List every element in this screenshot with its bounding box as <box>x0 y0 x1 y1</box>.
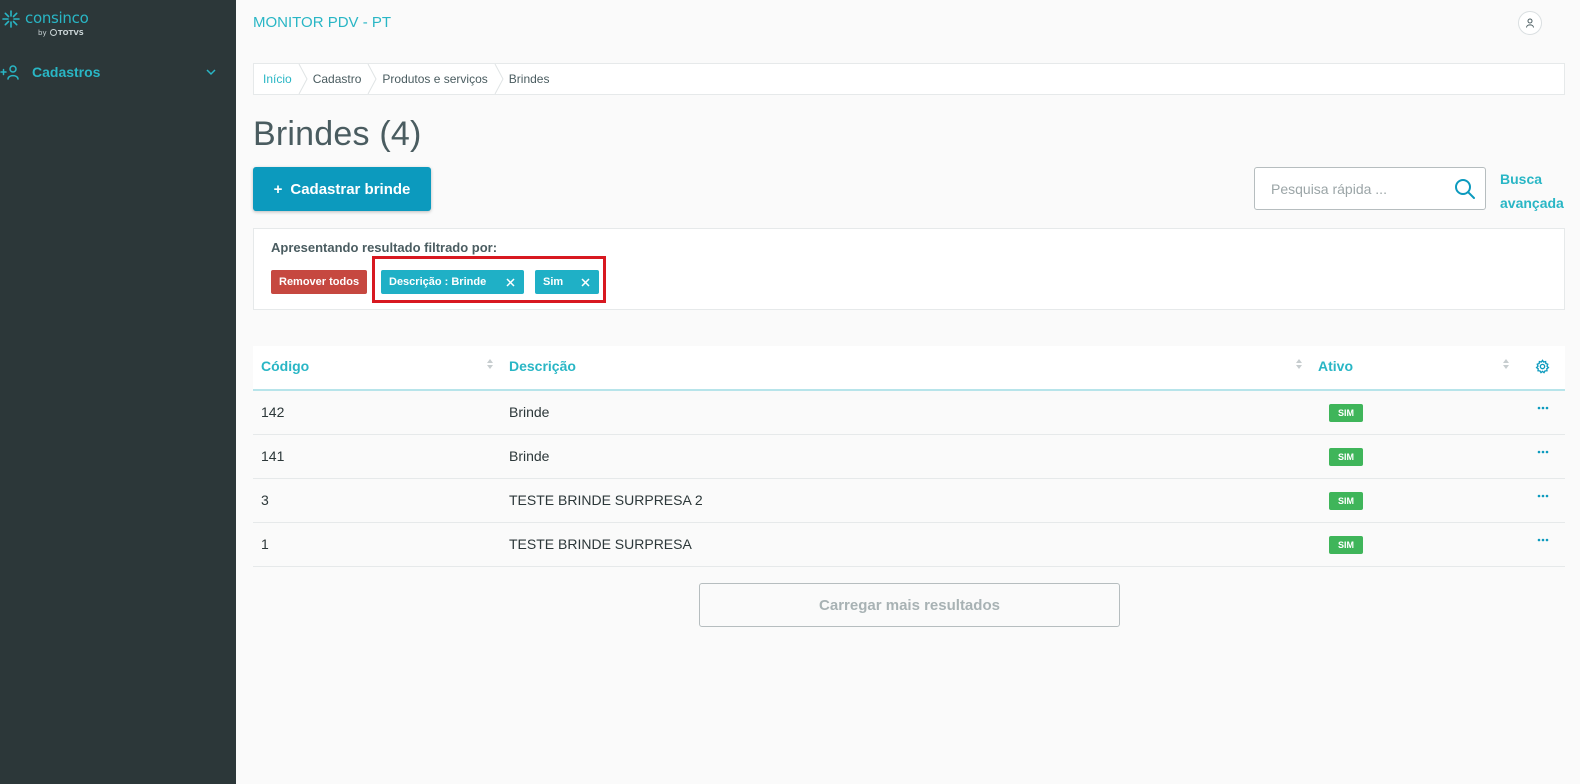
logo-byline: by TOTVS <box>38 29 84 37</box>
app-title: MONITOR PDV - PT <box>253 14 392 31</box>
filter-panel: Apresentando resultado filtrado por: Rem… <box>253 228 1565 310</box>
cell-codigo: 141 <box>261 448 285 464</box>
table-row[interactable]: 1 TESTE BRINDE SURPRESA SIM <box>253 523 1565 567</box>
breadcrumb-label: Cadastro <box>312 72 362 86</box>
breadcrumb-label: Início <box>263 72 292 86</box>
user-avatar[interactable] <box>1518 11 1542 35</box>
cell-descricao: Brinde <box>509 448 550 464</box>
advanced-search-line1: Busca <box>1500 171 1543 187</box>
logo-brand: TOTVS <box>57 29 84 37</box>
brindes-table: Código Descrição Ativo 142 Brinde SIM 14… <box>253 346 1565 567</box>
cell-codigo: 3 <box>261 492 269 508</box>
user-icon <box>1526 18 1534 28</box>
breadcrumb: Início Cadastro Produtos e serviços Brin… <box>253 63 1565 95</box>
load-more-button[interactable]: Carregar mais resultados <box>699 583 1120 627</box>
table-row[interactable]: 3 TESTE BRINDE SURPRESA 2 SIM <box>253 479 1565 523</box>
sidebar-item-label: Cadastros <box>32 64 101 80</box>
consinco-logo[interactable]: consinco by TOTVS <box>0 6 110 40</box>
gear-icon[interactable] <box>1535 359 1550 374</box>
status-badge: SIM <box>1329 492 1363 510</box>
add-brinde-button[interactable]: + Cadastrar brinde <box>253 167 431 211</box>
filter-chip-descricao: Descrição : Brinde <box>381 270 524 294</box>
cell-codigo: 1 <box>261 536 269 552</box>
logo-by: by <box>38 29 47 37</box>
status-badge: SIM <box>1329 404 1363 422</box>
cell-descricao: TESTE BRINDE SURPRESA <box>509 536 692 552</box>
column-header-ativo[interactable]: Ativo <box>1318 358 1353 374</box>
more-actions-icon[interactable] <box>1537 534 1549 546</box>
breadcrumb-item-brindes: Brindes <box>500 64 562 94</box>
more-actions-icon[interactable] <box>1537 402 1549 414</box>
chevron-down-icon[interactable] <box>205 66 217 78</box>
remove-all-filters-button[interactable]: Remover todos <box>271 270 368 294</box>
column-header-codigo[interactable]: Código <box>261 358 309 374</box>
consinco-logo-icon <box>2 10 20 28</box>
close-icon[interactable] <box>577 274 593 290</box>
sidebar: consinco by TOTVS Cadastros <box>0 0 236 784</box>
totvs-icon <box>49 29 57 36</box>
table-row[interactable]: 142 Brinde SIM <box>253 391 1565 435</box>
add-user-icon <box>0 65 19 80</box>
cell-descricao: TESTE BRINDE SURPRESA 2 <box>509 492 703 508</box>
close-icon[interactable] <box>502 274 518 290</box>
advanced-search-link[interactable]: Busca avançada <box>1500 167 1570 215</box>
add-brinde-label: Cadastrar brinde <box>290 180 411 198</box>
status-badge: SIM <box>1329 448 1363 466</box>
search-input[interactable] <box>1255 168 1443 209</box>
status-badge: SIM <box>1329 536 1363 554</box>
table-row[interactable]: 141 Brinde SIM <box>253 435 1565 479</box>
sort-icon[interactable] <box>486 358 494 370</box>
advanced-search-line2: avançada <box>1500 195 1564 211</box>
more-actions-icon[interactable] <box>1537 490 1549 502</box>
filter-panel-label: Apresentando resultado filtrado por: <box>271 240 498 255</box>
logo-text: consinco <box>25 9 89 27</box>
breadcrumb-item-produtos-servicos[interactable]: Produtos e serviços <box>373 64 504 94</box>
search-icon[interactable] <box>1453 177 1477 201</box>
breadcrumb-label: Brindes <box>508 72 550 86</box>
page-title: Brindes (4) <box>253 115 422 153</box>
filter-chip-label: Sim <box>543 276 564 288</box>
column-header-descricao[interactable]: Descrição <box>509 358 576 374</box>
sort-icon[interactable] <box>1295 358 1303 370</box>
breadcrumb-item-inicio[interactable]: Início <box>254 64 308 94</box>
cell-codigo: 142 <box>261 404 285 420</box>
breadcrumb-label: Produtos e serviços <box>382 72 488 86</box>
sort-icon[interactable] <box>1502 358 1510 370</box>
table-header: Código Descrição Ativo <box>253 346 1565 391</box>
sidebar-item-cadastros[interactable]: Cadastros <box>0 58 236 86</box>
filter-chip-sim: Sim <box>535 270 599 294</box>
more-actions-icon[interactable] <box>1537 446 1549 458</box>
plus-icon: + <box>273 180 283 198</box>
filter-chip-label: Descrição : Brinde <box>389 276 487 288</box>
quick-search <box>1254 167 1486 210</box>
breadcrumb-item-cadastro[interactable]: Cadastro <box>304 64 377 94</box>
cell-descricao: Brinde <box>509 404 550 420</box>
